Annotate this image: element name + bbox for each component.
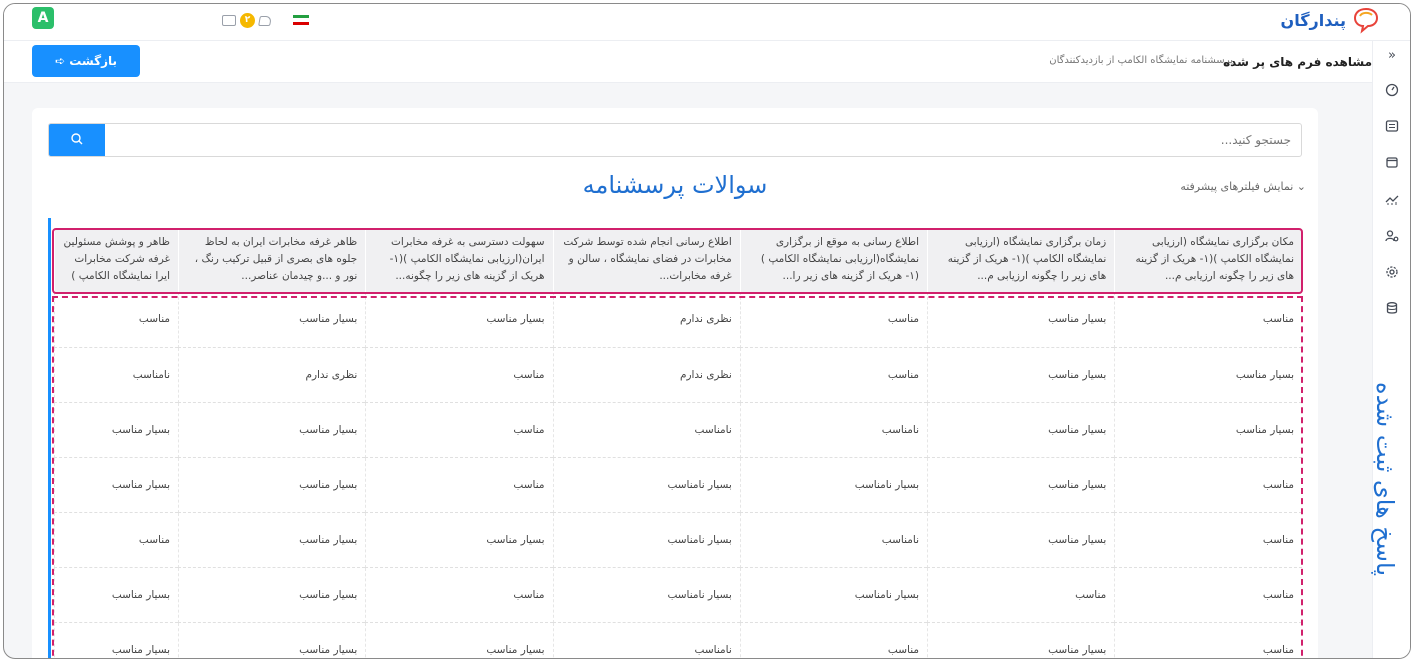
table-cell: مناسب — [1114, 567, 1302, 623]
responses-table-area: مکان برگزاری نمایشگاه (ارزیابی نمایشگاه … — [48, 218, 1304, 658]
page-header: بازگشت ➪ پرسشنامه نمایشگاه الکامپ از باز… — [4, 41, 1372, 83]
table-header-row: مکان برگزاری نمایشگاه (ارزیابی نمایشگاه … — [54, 230, 1302, 292]
table-cell: بسیار نامناسب — [552, 457, 741, 513]
table-cell: مناسب — [926, 567, 1115, 623]
table-cell: مناسب — [54, 292, 179, 348]
table-cell: بسیار مناسب — [54, 622, 179, 658]
table-cell: مناسب — [1114, 622, 1302, 658]
search-icon — [71, 133, 83, 145]
table-row[interactable]: مناسب مناسب بسیار نامناسب بسیار نامناسب … — [54, 567, 1302, 623]
notification-badge: ۲ — [240, 13, 255, 28]
table-row[interactable]: مناسب بسیار مناسب بسیار نامناسب بسیار نا… — [54, 457, 1302, 513]
table-cell: بسیار مناسب — [926, 292, 1115, 348]
table-cell: مناسب — [365, 567, 553, 623]
table-cell: بسیار مناسب — [365, 512, 553, 568]
table-cell: مناسب — [1114, 292, 1302, 348]
user-avatar[interactable]: A — [32, 7, 54, 29]
table-cell: بسیار مناسب — [365, 622, 553, 658]
table-row[interactable]: بسیار مناسب بسیار مناسب مناسب نظری ندارم… — [54, 347, 1302, 403]
table-cell: بسیار مناسب — [1114, 347, 1302, 403]
table-cell: مناسب — [739, 622, 928, 658]
table-cell: نظری ندارم — [177, 347, 366, 403]
messages-icon[interactable] — [222, 15, 236, 26]
advanced-filters-toggle[interactable]: ⌄ نمایش فیلترهای پیشرفته — [1180, 180, 1306, 193]
column-header[interactable]: سهولت دسترسی به غرفه مخابرات ایران(ارزیا… — [365, 230, 553, 292]
table-cell: بسیار مناسب — [177, 457, 366, 513]
table-cell: بسیار مناسب — [54, 457, 179, 513]
column-header[interactable]: ظاهر غرفه مخابرات ایران به لحاظ جلوه های… — [177, 230, 366, 292]
calendar-icon[interactable] — [1383, 155, 1401, 173]
forms-list-icon[interactable] — [1383, 119, 1401, 137]
dashboard-icon[interactable] — [1383, 83, 1401, 101]
table-row[interactable]: بسیار مناسب بسیار مناسب نامناسب نامناسب … — [54, 402, 1302, 458]
table-cell: بسیار مناسب — [926, 622, 1115, 658]
table-row[interactable]: مناسب بسیار مناسب مناسب نامناسب بسیار من… — [54, 622, 1302, 658]
announcement-icon[interactable] — [258, 15, 272, 26]
table-cell: بسیار نامناسب — [739, 457, 928, 513]
top-icons: ۲ — [222, 13, 272, 28]
table-cell: بسیار مناسب — [926, 512, 1115, 568]
questions-annotation: سوالات پرسشنامه — [582, 171, 768, 199]
column-header[interactable]: اطلاع رسانی انجام شده توسط شرکت مخابرات … — [552, 230, 741, 292]
table-cell: بسیار مناسب — [1114, 402, 1302, 458]
table-cell: نامناسب — [739, 402, 928, 458]
database-icon[interactable] — [1383, 301, 1401, 319]
table-cell: نامناسب — [54, 347, 179, 403]
user-settings-icon[interactable] — [1383, 229, 1401, 247]
column-header[interactable]: اطلاع رسانی به موقع از برگزاری نمایشگاه(… — [739, 230, 928, 292]
page-title: مشاهده فرم های پر شده — [1223, 55, 1372, 69]
table-cell: مناسب — [1114, 512, 1302, 568]
brand[interactable]: پندارگان — [1281, 6, 1380, 34]
brand-name: پندارگان — [1280, 10, 1346, 30]
table-cell: بسیار مناسب — [926, 402, 1115, 458]
table-cell: بسیار مناسب — [365, 292, 553, 348]
reports-chart-icon[interactable] — [1383, 193, 1401, 211]
table-cell: بسیار مناسب — [177, 567, 366, 623]
table-cell: مناسب — [739, 292, 928, 348]
forms-card: سوالات پرسشنامه ⌄ نمایش فیلترهای پیشرفته… — [32, 108, 1318, 658]
table-cell: بسیار نامناسب — [739, 567, 928, 623]
table-cell: نامناسب — [552, 402, 741, 458]
brand-logo-icon — [1352, 6, 1380, 34]
collapse-chevron-icon[interactable]: » — [1383, 47, 1401, 65]
table-cell: مناسب — [1114, 457, 1302, 513]
answers-annotation: پاسخ های ثبت شده — [1371, 381, 1399, 577]
language-flag-icon[interactable] — [293, 15, 309, 25]
table-cell: مناسب — [54, 512, 179, 568]
app-window: A ۲ پندارگان بازگشت ➪ پرسشنامه نمایشگاه … — [3, 3, 1411, 659]
table-cell: نامناسب — [739, 512, 928, 568]
horizontal-scroll-indicator[interactable] — [48, 218, 51, 658]
table-cell: بسیار نامناسب — [552, 567, 741, 623]
table-cell: بسیار مناسب — [54, 402, 179, 458]
table-cell: مناسب — [739, 347, 928, 403]
table-cell: نامناسب — [552, 622, 741, 658]
table-cell: بسیار مناسب — [177, 622, 366, 658]
breadcrumb-subtitle[interactable]: پرسشنامه نمایشگاه الکامپ از بازدیدکنندگا… — [1049, 55, 1233, 66]
table-cell: بسیار مناسب — [177, 292, 366, 348]
table-cell: مناسب — [365, 457, 553, 513]
search-input[interactable] — [111, 124, 1291, 156]
table-cell: نظری ندارم — [552, 347, 741, 403]
table-cell: بسیار مناسب — [177, 512, 366, 568]
table-cell: بسیار مناسب — [177, 402, 366, 458]
top-bar: A ۲ پندارگان — [4, 4, 1410, 41]
table-cell: مناسب — [365, 347, 553, 403]
search-bar — [48, 123, 1302, 157]
table-cell: نظری ندارم — [552, 292, 741, 348]
back-button[interactable]: بازگشت ➪ — [32, 45, 140, 77]
column-header[interactable]: زمان برگزاری نمایشگاه (ارزیابی نمایشگاه … — [926, 230, 1115, 292]
table-cell: مناسب — [365, 402, 553, 458]
table-row[interactable]: مناسب بسیار مناسب مناسب نظری ندارم بسیار… — [54, 292, 1302, 348]
responses-table: مکان برگزاری نمایشگاه (ارزیابی نمایشگاه … — [54, 230, 1302, 658]
column-header[interactable]: ظاهر و پوشش مسئولین غرفه شرکت مخابرات ای… — [54, 230, 179, 292]
table-cell: بسیار مناسب — [926, 347, 1115, 403]
table-cell: بسیار نامناسب — [552, 512, 741, 568]
settings-gear-icon[interactable] — [1383, 265, 1401, 283]
column-header[interactable]: مکان برگزاری نمایشگاه (ارزیابی نمایشگاه … — [1114, 230, 1302, 292]
table-row[interactable]: مناسب بسیار مناسب نامناسب بسیار نامناسب … — [54, 512, 1302, 568]
search-button[interactable] — [49, 124, 105, 156]
table-cell: بسیار مناسب — [54, 567, 179, 623]
table-cell: بسیار مناسب — [926, 457, 1115, 513]
